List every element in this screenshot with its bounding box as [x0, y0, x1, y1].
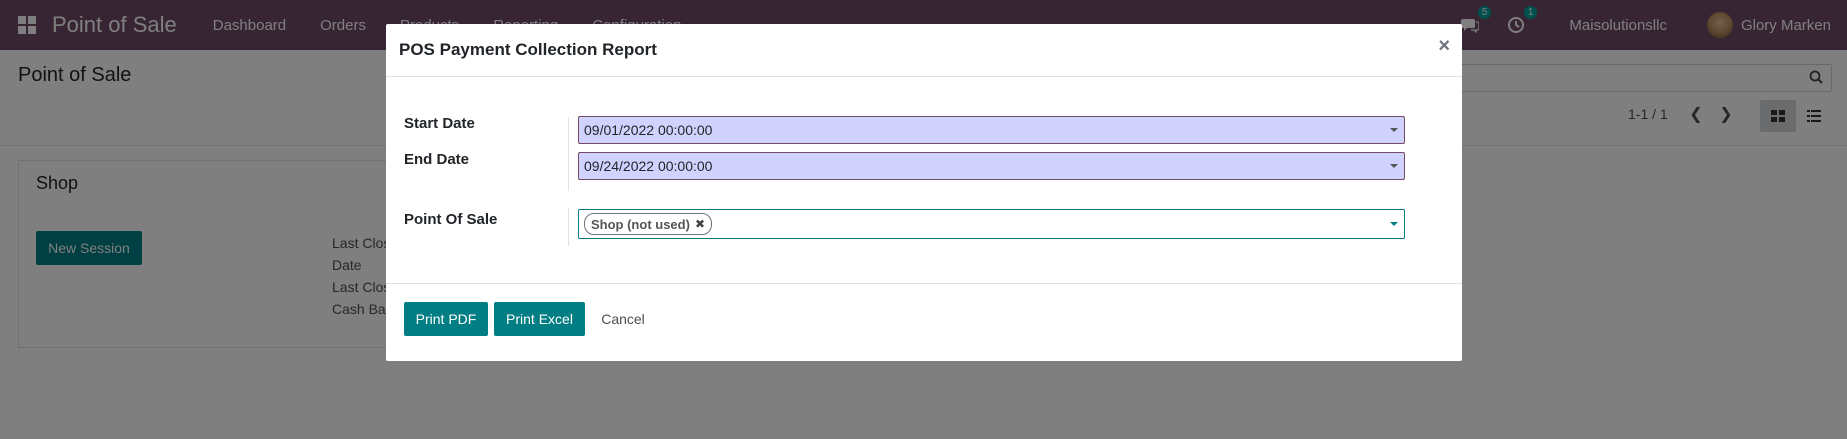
field-separator [568, 208, 569, 246]
field-separator [568, 117, 569, 191]
chevron-down-icon[interactable] [1390, 222, 1398, 226]
remove-tag-icon[interactable]: ✖ [695, 217, 705, 231]
end-date-label: End Date [404, 151, 470, 168]
dialog-title: POS Payment Collection Report [399, 40, 657, 59]
print-pdf-button[interactable]: Print PDF [404, 302, 488, 336]
pos-label: Point Of Sale [404, 211, 498, 228]
report-dialog: POS Payment Collection Report × Start Da… [386, 24, 1462, 361]
end-date-value: 09/24/2022 00:00:00 [584, 158, 713, 174]
start-date-field[interactable]: 09/01/2022 00:00:00 [578, 116, 1405, 144]
end-date-field[interactable]: 09/24/2022 00:00:00 [578, 152, 1405, 180]
start-date-label: Start Date [404, 115, 475, 132]
dialog-body: Start Date 09/01/2022 00:00:00 End Date … [386, 77, 1462, 283]
chevron-down-icon[interactable] [1390, 164, 1398, 168]
pos-tag: Shop (not used) ✖ [584, 213, 712, 235]
dialog-header: POS Payment Collection Report × [386, 24, 1462, 77]
pos-tag-label: Shop (not used) [591, 216, 690, 232]
start-date-value: 09/01/2022 00:00:00 [584, 122, 713, 138]
chevron-down-icon[interactable] [1390, 128, 1398, 132]
cancel-button[interactable]: Cancel [592, 302, 654, 336]
pos-many2many-field[interactable]: Shop (not used) ✖ [578, 209, 1405, 239]
close-icon[interactable]: × [1438, 35, 1450, 58]
dialog-footer: Print PDF Print Excel Cancel [386, 283, 1462, 361]
print-excel-button[interactable]: Print Excel [494, 302, 585, 336]
